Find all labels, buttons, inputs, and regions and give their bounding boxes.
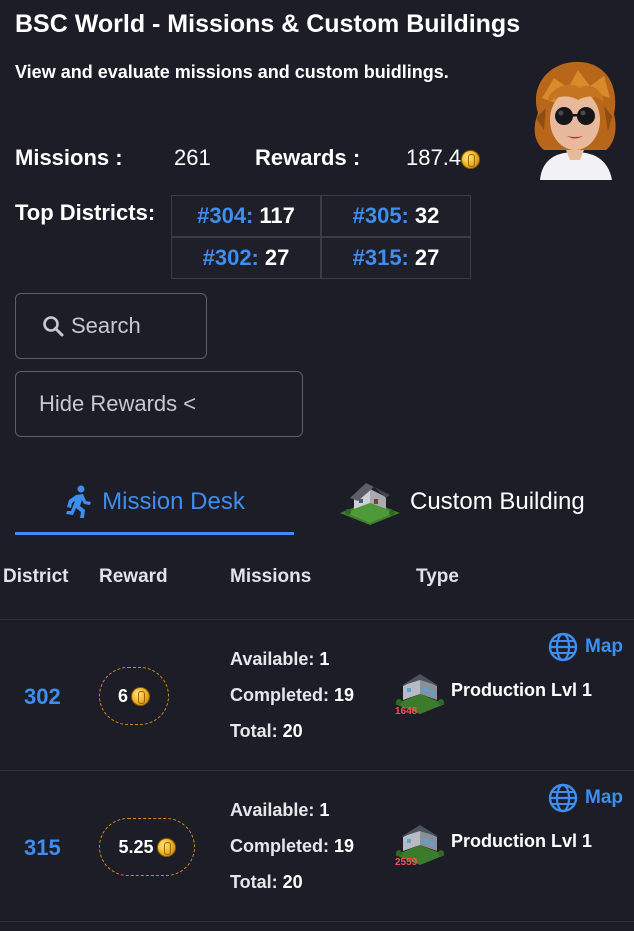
hide-rewards-label: Hide Rewards < [39, 391, 197, 416]
search-icon [43, 316, 64, 337]
top-district-cell: #302: 27 [171, 237, 321, 279]
top-district-count: 27 [414, 245, 440, 270]
building-id-badge: 1648 [395, 706, 418, 717]
missions-total-value: 20 [282, 721, 303, 741]
missions-total: Total: 20 [230, 721, 303, 742]
building-id-badge: 2559 [395, 857, 418, 868]
rewards-label: Rewards : [255, 145, 361, 170]
top-district-count: 32 [414, 203, 440, 228]
table-divider [0, 921, 634, 922]
coin-icon [156, 837, 176, 857]
top-districts-label: Top Districts: [15, 200, 156, 225]
coin-icon [461, 149, 481, 169]
tab-custom-building[interactable]: Custom Building [338, 470, 585, 534]
missions-total-label: Total: [230, 872, 278, 892]
hide-rewards-button[interactable]: Hide Rewards < [15, 371, 303, 437]
table-row: 315 5.25 Available: 1 Completed: 19 Tota… [0, 771, 634, 921]
missions-count: 261 [174, 145, 211, 170]
avatar [528, 58, 622, 180]
globe-icon [548, 783, 578, 813]
row-district-link[interactable]: 315 [24, 835, 61, 861]
missions-total-label: Total: [230, 721, 278, 741]
top-district-id: #302: [202, 245, 259, 270]
column-header-missions[interactable]: Missions [230, 566, 311, 588]
column-header-type[interactable]: Type [416, 566, 459, 588]
search-button-label: Search [71, 313, 141, 338]
page-title: BSC World - Missions & Custom Buildings [15, 10, 521, 38]
map-link-label: Map [585, 787, 623, 808]
stats-row: Missions : 261 Rewards : 187.4 [15, 145, 515, 175]
reward-value: 6 [117, 685, 128, 706]
missions-total: Total: 20 [230, 872, 303, 893]
active-tab-indicator [15, 532, 294, 535]
map-link[interactable]: Map [548, 783, 623, 813]
reward-badge: 5.25 [99, 818, 195, 876]
missions-available-value: 1 [319, 649, 330, 669]
missions-completed-value: 19 [334, 836, 355, 856]
top-district-id: #304: [197, 203, 254, 228]
column-header-district[interactable]: District [3, 566, 68, 588]
running-person-icon [66, 485, 92, 518]
tab-mission-desk-label: Mission Desk [102, 488, 245, 515]
missions-completed: Completed: 19 [230, 685, 354, 706]
missions-completed-value: 19 [334, 685, 355, 705]
missions-completed: Completed: 19 [230, 836, 354, 857]
reward-badge: 6 [99, 667, 169, 725]
row-district-link[interactable]: 302 [24, 684, 61, 710]
house-icon [340, 483, 400, 525]
missions-available-value: 1 [319, 800, 330, 820]
coin-icon [131, 686, 150, 706]
rewards-total-value: 187.4 [406, 145, 462, 170]
top-district-id: #315: [352, 245, 409, 270]
top-district-count: 27 [264, 245, 290, 270]
search-button[interactable]: Search [15, 293, 207, 359]
missions-available-label: Available: [230, 649, 315, 669]
missions-available: Available: 1 [230, 800, 329, 821]
top-district-cell: #304: 117 [171, 195, 321, 237]
table-row: 302 6 Available: 1 Completed: 19 Total: … [0, 620, 634, 770]
column-header-reward[interactable]: Reward [99, 566, 168, 588]
reward-value: 5.25 [118, 836, 154, 857]
top-district-cell: #315: 27 [321, 237, 471, 279]
top-district-count: 117 [259, 203, 295, 228]
missions-total-value: 20 [282, 872, 303, 892]
map-link[interactable]: Map [548, 632, 623, 662]
top-district-id: #305: [352, 203, 409, 228]
building-type: Production Lvl 1 [451, 680, 593, 700]
building-type: Production Lvl 1 [451, 831, 593, 851]
top-districts-grid: #304: 117 #305: 32 #302: 27 #315: 27 [171, 195, 471, 279]
missions-available: Available: 1 [230, 649, 329, 670]
map-link-label: Map [585, 636, 623, 657]
missions-completed-label: Completed: [230, 836, 329, 856]
missions-available-label: Available: [230, 800, 315, 820]
missions-label: Missions : [15, 145, 123, 170]
tab-mission-desk[interactable]: Mission Desk [15, 470, 294, 534]
globe-icon [548, 632, 578, 662]
missions-completed-label: Completed: [230, 685, 329, 705]
top-district-cell: #305: 32 [321, 195, 471, 237]
page-subtitle: View and evaluate missions and custom bu… [15, 62, 449, 82]
rewards-total: 187.4 [406, 145, 481, 171]
tab-custom-building-label: Custom Building [410, 488, 585, 515]
